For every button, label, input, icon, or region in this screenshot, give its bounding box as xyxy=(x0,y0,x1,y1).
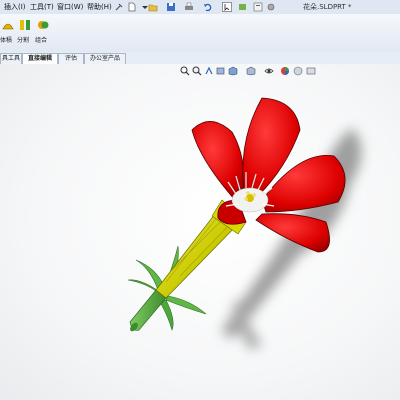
petal-left[interactable] xyxy=(191,121,244,201)
leaf-lower[interactable] xyxy=(159,299,174,331)
menu-help[interactable]: 帮助(H) xyxy=(87,2,112,12)
undo-icon[interactable] xyxy=(203,2,213,12)
combine-button[interactable]: 组合 xyxy=(35,18,57,48)
command-ribbon: 体積 分割 组合 xyxy=(0,14,400,53)
menu-tools[interactable]: 工具(T) xyxy=(30,2,54,12)
flower-model[interactable] xyxy=(0,64,400,400)
rebuild-icon[interactable] xyxy=(238,2,248,12)
leaf-right[interactable] xyxy=(165,295,207,315)
menu-insert[interactable]: 插入(I) xyxy=(4,2,26,12)
combine-icon xyxy=(38,21,49,29)
save-icon[interactable] xyxy=(166,2,176,12)
tab-office-products[interactable]: 办公室产品 xyxy=(84,53,126,64)
select-arrow-icon[interactable] xyxy=(222,2,232,12)
tab-direct-edit[interactable]: 直接编辑 xyxy=(22,53,58,64)
open-folder-icon[interactable] xyxy=(148,2,158,12)
print-icon[interactable] xyxy=(184,2,194,12)
document-title: 花朵.SLDPRT * xyxy=(303,3,352,11)
file-properties-icon[interactable] xyxy=(253,2,263,12)
graphics-viewport[interactable] xyxy=(0,64,400,400)
tab-evaluate[interactable]: 评估 xyxy=(58,53,84,64)
pin-icon[interactable] xyxy=(114,2,124,12)
options-icon[interactable] xyxy=(266,2,276,12)
tab-features[interactable]: 具工具 xyxy=(0,53,22,64)
new-document-icon[interactable] xyxy=(127,2,137,12)
menu-window[interactable]: 窗口(W) xyxy=(57,2,83,12)
menu-bar: 插入(I) 工具(T) 窗口(W) 帮助(H) 花朵.SLDPRT * xyxy=(0,0,400,15)
split-icon xyxy=(20,20,30,30)
surface-body-icon xyxy=(2,23,14,30)
